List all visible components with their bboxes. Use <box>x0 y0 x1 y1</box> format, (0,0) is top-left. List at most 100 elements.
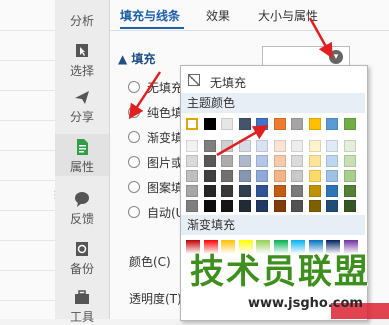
theme-shade-swatch[interactable] <box>291 155 303 167</box>
color-label: 颜色(C) <box>129 255 171 269</box>
theme-shade-swatch[interactable] <box>203 155 216 167</box>
sidebar-item-label: 备份 <box>69 262 94 276</box>
no-fill-label: 无填充 <box>147 81 184 95</box>
sidebar-item-properties[interactable]: 属性 <box>55 134 109 176</box>
sidebar-item-select[interactable]: 选择 <box>55 42 109 78</box>
sidebar-item-label: 分享 <box>69 110 94 124</box>
theme-shade-swatch[interactable] <box>326 155 338 167</box>
theme-color-swatch[interactable] <box>291 118 303 130</box>
theme-color-swatch[interactable] <box>326 118 338 130</box>
theme-shade-swatch[interactable] <box>203 185 216 197</box>
feedback-icon <box>75 192 89 207</box>
watermark-url: www.jsgho.com <box>248 296 363 311</box>
theme-shade-swatch[interactable] <box>291 200 303 212</box>
theme-color-swatch[interactable] <box>308 118 321 130</box>
theme-shade-swatch[interactable] <box>221 155 233 167</box>
no-fill-radio[interactable] <box>128 81 140 93</box>
theme-color-swatch[interactable] <box>273 118 286 130</box>
fill-section-header[interactable]: ▲ 填充 <box>118 50 155 67</box>
gradient-fill-radio[interactable] <box>128 131 140 143</box>
sidebar-item-tools[interactable]: 工具 <box>55 288 109 324</box>
theme-shade-swatch[interactable] <box>343 185 356 197</box>
backup-icon <box>76 242 88 256</box>
theme-color-swatch[interactable] <box>203 118 216 130</box>
theme-shade-swatch[interactable] <box>238 185 251 197</box>
theme-color-swatch[interactable] <box>186 118 198 130</box>
tab-fill-and-line[interactable]: 填充与线条 <box>120 7 180 24</box>
theme-shade-swatch[interactable] <box>221 185 233 197</box>
theme-shade-swatch[interactable] <box>186 200 198 212</box>
theme-shade-swatch[interactable] <box>343 200 356 212</box>
task-pane-sidebar: 分析 选择 分享 属性 反馈 备份 工具 <box>55 0 110 324</box>
theme-shade-swatch[interactable] <box>308 140 321 152</box>
picture-fill-radio[interactable] <box>128 156 140 168</box>
theme-shade-swatch[interactable] <box>291 185 303 197</box>
watermark-logo-text: 技术员联盟 <box>190 252 370 292</box>
palette-no-fill-label: 无填充 <box>210 76 247 90</box>
theme-shade-swatch[interactable] <box>326 185 338 197</box>
toolbox-icon <box>75 290 89 304</box>
theme-shade-swatch[interactable] <box>273 170 286 182</box>
theme-shade-swatch[interactable] <box>273 155 286 167</box>
sidebar-item-label: 分析 <box>69 14 94 28</box>
palette-no-fill-option[interactable] <box>181 69 365 91</box>
theme-shade-swatch[interactable] <box>343 170 356 182</box>
sidebar-item-backup[interactable]: 备份 <box>55 240 109 276</box>
theme-shade-swatch[interactable] <box>256 155 268 167</box>
transparency-label: 透明度(T) <box>129 292 182 306</box>
theme-color-swatch[interactable] <box>238 118 251 130</box>
theme-shade-swatch[interactable] <box>256 185 268 197</box>
theme-shade-swatch[interactable] <box>308 155 321 167</box>
theme-shade-swatch[interactable] <box>343 155 356 167</box>
theme-shade-swatch[interactable] <box>273 185 286 197</box>
tab-size-and-properties[interactable]: 大小与属性 <box>258 7 318 24</box>
theme-shade-swatch[interactable] <box>221 200 233 212</box>
theme-color-swatch[interactable] <box>256 118 268 130</box>
theme-shade-swatch[interactable] <box>291 140 303 152</box>
theme-color-swatch[interactable] <box>221 118 233 130</box>
theme-shade-swatch[interactable] <box>308 185 321 197</box>
sidebar-item-label: 属性 <box>69 160 94 174</box>
theme-shade-swatch[interactable] <box>326 170 338 182</box>
sidebar-item-analysis[interactable]: 分析 <box>55 2 109 32</box>
theme-shade-swatch[interactable] <box>256 170 268 182</box>
theme-shade-swatch[interactable] <box>343 140 356 152</box>
solid-fill-radio[interactable] <box>128 106 140 118</box>
sidebar-item-feedback[interactable]: 反馈 <box>55 190 109 226</box>
spreadsheet-area: ⋮ <box>0 0 60 319</box>
select-cursor-icon <box>76 44 88 57</box>
theme-shade-swatch[interactable] <box>186 185 198 197</box>
theme-shade-swatch[interactable] <box>326 140 338 152</box>
chevron-down-icon[interactable]: ▾ <box>329 50 343 64</box>
theme-color-swatch[interactable] <box>343 118 356 130</box>
sidebar-item-share[interactable]: 分享 <box>55 88 109 124</box>
theme-shade-swatch[interactable] <box>221 140 233 152</box>
theme-shade-swatch[interactable] <box>203 170 216 182</box>
active-tab-indicator <box>120 27 184 29</box>
theme-shade-swatch[interactable] <box>238 170 251 182</box>
theme-shade-swatch[interactable] <box>203 200 216 212</box>
theme-shade-swatch[interactable] <box>256 200 268 212</box>
theme-shade-swatch[interactable] <box>273 140 286 152</box>
theme-shade-swatch[interactable] <box>238 140 251 152</box>
pattern-fill-radio[interactable] <box>128 181 140 193</box>
theme-shade-swatch[interactable] <box>221 170 233 182</box>
theme-shade-swatch[interactable] <box>238 200 251 212</box>
theme-shade-swatch[interactable] <box>256 140 268 152</box>
theme-shade-swatch[interactable] <box>273 200 286 212</box>
theme-shade-swatch[interactable] <box>186 155 198 167</box>
tab-effects[interactable]: 效果 <box>206 7 230 24</box>
theme-shade-swatch[interactable] <box>326 200 338 212</box>
gradient-fill-header: 渐变填充 <box>181 215 365 235</box>
share-icon <box>75 91 89 104</box>
theme-shade-swatch[interactable] <box>291 170 303 182</box>
sidebar-item-label: 工具 <box>69 310 94 324</box>
theme-shade-swatch[interactable] <box>186 140 198 152</box>
theme-shade-swatch[interactable] <box>308 200 321 212</box>
theme-shade-swatch[interactable] <box>238 155 251 167</box>
theme-shade-swatch[interactable] <box>308 170 321 182</box>
auto-fill-radio[interactable] <box>128 206 140 218</box>
sidebar-item-label: 选择 <box>69 64 94 78</box>
theme-shade-swatch[interactable] <box>203 140 216 152</box>
theme-shade-swatch[interactable] <box>186 170 198 182</box>
